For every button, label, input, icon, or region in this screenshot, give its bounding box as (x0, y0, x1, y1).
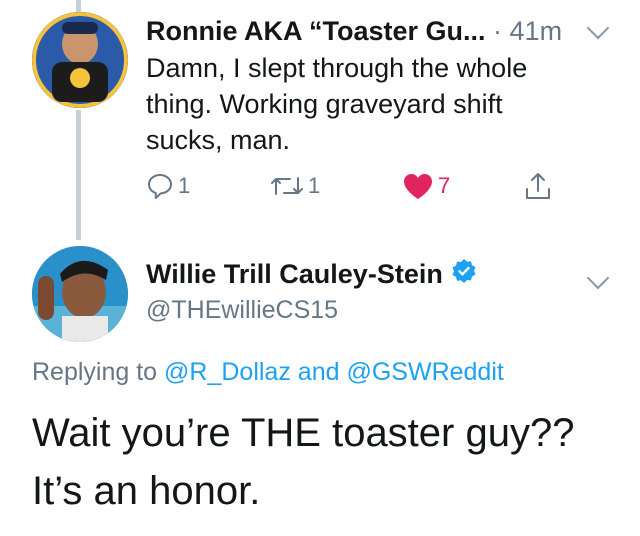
share-icon (526, 173, 550, 199)
retweet-icon (271, 177, 303, 195)
like-button[interactable]: 7 (402, 168, 450, 204)
tweet1-actions: 1 1 7 (146, 168, 586, 204)
reply-icon (148, 174, 172, 199)
avatar-ronnie[interactable] (32, 12, 128, 108)
mention-gswreddit[interactable]: @GSWReddit (346, 358, 503, 386)
tweet2-handle[interactable]: @THEwillieCS15 (146, 296, 338, 325)
reply-count: 1 (178, 173, 191, 198)
retweet-button[interactable]: 1 (270, 168, 320, 204)
tweet1-timestamp[interactable]: · 41m (493, 16, 562, 46)
retweet-count: 1 (308, 173, 321, 198)
heart-icon (404, 174, 432, 199)
replying-to-line: Replying to @R_Dollaz and @GSWReddit (32, 358, 504, 387)
replying-prefix: Replying to (32, 358, 158, 386)
reply-button[interactable]: 1 (146, 168, 190, 204)
chevron-down-icon[interactable] (586, 266, 610, 290)
tweet1-body: Damn, I slept through the whole thing. W… (146, 53, 528, 155)
share-button[interactable] (524, 168, 552, 204)
verified-badge-icon (451, 258, 477, 291)
tweet1-header: Ronnie AKA “Toaster Gu... · 41m (146, 16, 590, 48)
thread-line-top (76, 0, 81, 12)
mention-r-dollaz[interactable]: @R_Dollaz (164, 358, 291, 386)
avatar-willie[interactable] (32, 246, 128, 342)
avatar-willie-image (32, 246, 128, 342)
thread-line-connector (76, 110, 81, 240)
chevron-down-icon[interactable] (586, 16, 610, 40)
tweet2-author-name[interactable]: Willie Trill Cauley-Stein (146, 259, 443, 290)
like-count: 7 (438, 173, 451, 198)
tweet2-body: Wait you’re THE toaster guy?? It’s an ho… (32, 411, 575, 513)
tweet2-author-name-row: Willie Trill Cauley-Stein (146, 258, 477, 291)
tweet1-author-name[interactable]: Ronnie AKA “Toaster Gu... (146, 16, 486, 46)
replying-and: and (297, 358, 340, 386)
avatar-ronnie-image (32, 12, 128, 108)
